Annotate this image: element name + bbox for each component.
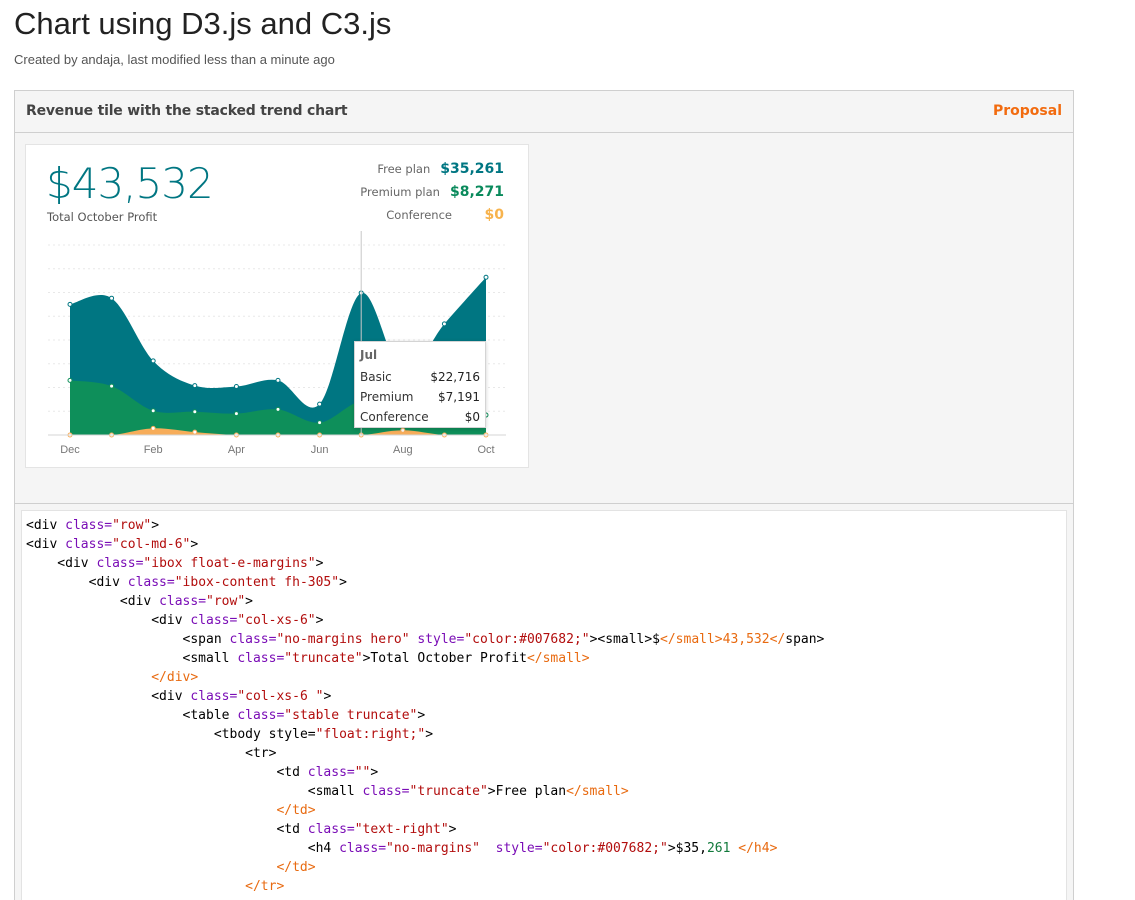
data-point[interactable] [275, 377, 281, 383]
x-tick-label: Apr [228, 444, 245, 456]
x-tick-label: Feb [144, 444, 163, 456]
tooltip-row: Basic $22,716 [360, 370, 480, 384]
tooltip-label: Basic [360, 370, 392, 384]
page-title: Chart using D3.js and C3.js [14, 6, 392, 41]
tooltip-value: $7,191 [438, 390, 480, 404]
plan-name: Free plan [377, 162, 431, 176]
data-point[interactable] [192, 429, 198, 435]
plan-row-free: Free plan $35,261 [360, 161, 504, 184]
example-panel: Revenue tile with the stacked trend char… [14, 90, 1074, 900]
hero-label: Total October Profit [47, 210, 158, 224]
preview-area: $43,532 Total October Profit Free plan $… [15, 133, 1073, 504]
code-line: <div class="row"> [26, 594, 253, 609]
code-line: </td> [26, 803, 316, 818]
data-point[interactable] [150, 425, 156, 431]
data-point[interactable] [109, 295, 115, 301]
plan-value: $35,261 [440, 161, 504, 177]
data-point[interactable] [67, 301, 73, 307]
data-point[interactable] [233, 411, 239, 417]
code-line: </tr> [26, 879, 285, 894]
x-tick-label: Oct [477, 444, 494, 456]
data-point[interactable] [441, 321, 447, 327]
plan-name: Premium plan [360, 185, 440, 199]
page-byline: Created by andaja, last modified less th… [14, 52, 335, 67]
tooltip-value: $0 [464, 410, 480, 424]
plan-table: Free plan $35,261 Premium plan $8,271 Co… [360, 161, 504, 230]
data-point[interactable] [150, 358, 156, 364]
code-line: </td> [26, 860, 316, 875]
code-line: <small class="truncate">Free plan</small… [26, 784, 629, 799]
code-line: <div class="ibox float-e-margins"> [26, 556, 324, 571]
code-line: </div> [26, 670, 199, 685]
code-line: <div class="col-xs-6 "> [26, 689, 332, 704]
status-proposal-label[interactable]: Proposal [993, 103, 1062, 119]
data-point[interactable] [150, 408, 156, 414]
plan-row-conference: Conference $0 [360, 207, 504, 230]
x-tick-label: Jun [311, 444, 329, 456]
plan-value: $0 [484, 207, 504, 223]
x-tick-label: Dec [60, 444, 80, 456]
plan-value: $8,271 [449, 184, 504, 200]
tooltip-title: Jul [360, 348, 378, 362]
data-point[interactable] [109, 383, 115, 389]
tooltip-label: Conference [360, 410, 429, 424]
code-line: <h4 class="no-margins" style="color:#007… [26, 841, 778, 856]
data-point[interactable] [400, 427, 406, 433]
hero-value: $43,532 [46, 159, 214, 208]
code-line: <div class="row"> [26, 518, 160, 533]
data-point[interactable] [275, 406, 281, 412]
data-point[interactable] [233, 384, 239, 390]
data-point[interactable] [317, 401, 323, 407]
data-point[interactable] [67, 377, 73, 383]
revenue-tile: $43,532 Total October Profit Free plan $… [25, 144, 529, 468]
code-line: <div class="ibox-content fh-305"> [26, 575, 347, 590]
tooltip-value: $22,716 [430, 370, 480, 384]
data-point[interactable] [483, 274, 489, 280]
code-line: <table class="stable truncate"> [26, 708, 426, 723]
panel-title: Revenue tile with the stacked trend char… [26, 103, 348, 119]
code-line: <div class="col-xs-6"> [26, 613, 324, 628]
code-line: <tr> [26, 746, 277, 761]
tooltip-row: Conference $0 [360, 410, 480, 424]
data-point[interactable] [192, 383, 198, 389]
code-line: <small class="truncate">Total October Pr… [26, 651, 590, 666]
code-line: <td class="text-right"> [26, 822, 457, 837]
data-point[interactable] [192, 409, 198, 415]
code-line: <span class="no-margins hero" style="col… [26, 632, 825, 647]
code-line: <td class=""> [26, 765, 379, 780]
code-block[interactable]: <div class="row"> <div class="col-md-6"> … [21, 510, 1067, 900]
tooltip-row: Premium $7,191 [360, 390, 480, 404]
plan-name: Conference [386, 208, 452, 222]
x-tick-label: Aug [393, 444, 413, 456]
plan-row-premium: Premium plan $8,271 [360, 184, 504, 207]
code-line: <tbody style="float:right;"> [26, 727, 434, 742]
tooltip-label: Premium [360, 390, 414, 404]
panel-header: Revenue tile with the stacked trend char… [15, 91, 1073, 133]
chart-tooltip: Jul Basic $22,716 Premium $7,191 Confere… [354, 341, 486, 428]
data-point[interactable] [317, 420, 323, 426]
code-line: <div class="col-md-6"> [26, 537, 199, 552]
